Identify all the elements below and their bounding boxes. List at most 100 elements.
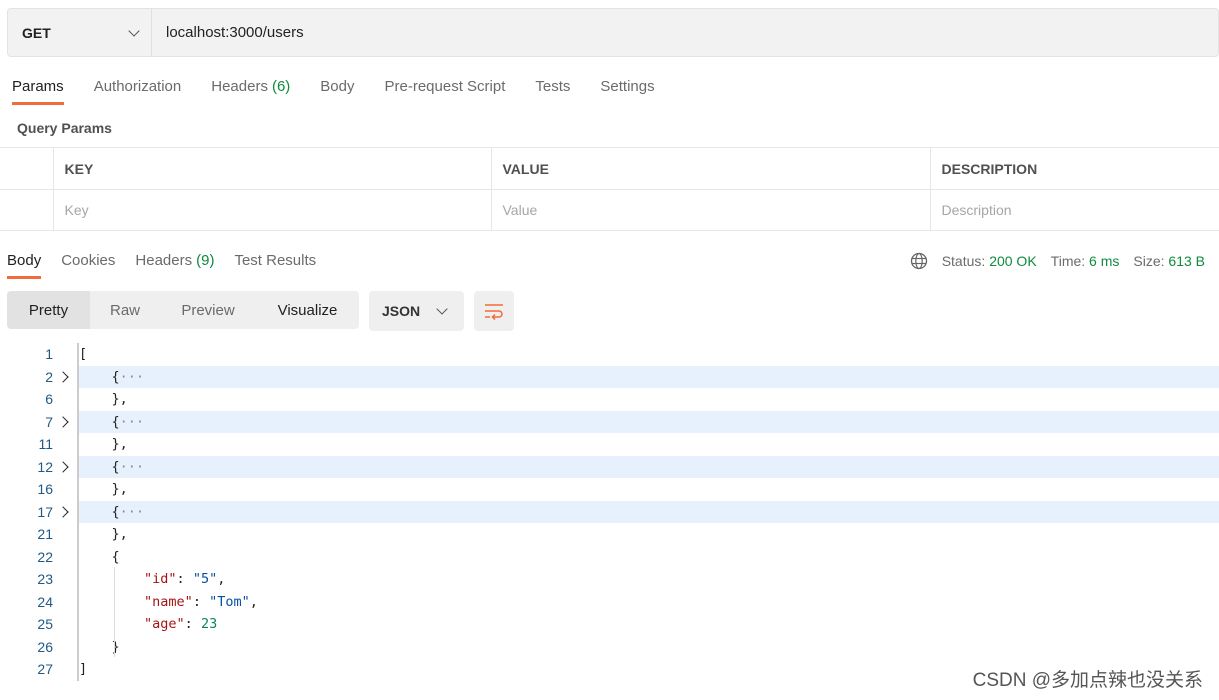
method-select[interactable]: GET: [8, 9, 152, 56]
fold-gutter[interactable]: [53, 416, 77, 428]
code-token: 23: [200, 616, 218, 633]
tab-count: (9): [196, 252, 215, 269]
description-input[interactable]: Description: [929, 189, 1219, 231]
col-key: KEY: [52, 147, 492, 190]
tab-body[interactable]: Body: [7, 252, 42, 279]
query-params-title: Query Params: [17, 120, 112, 136]
code-token: :: [184, 616, 201, 633]
tab-test-results[interactable]: Test Results: [234, 252, 316, 279]
code-token: {: [79, 548, 120, 565]
code-token: {: [79, 368, 120, 385]
code-content: {···: [77, 500, 1219, 523]
code-token: "age": [144, 616, 185, 633]
format-select[interactable]: JSON: [369, 291, 464, 331]
tab-headers[interactable]: Headers (6): [211, 78, 290, 105]
chevron-right-icon[interactable]: [57, 461, 69, 473]
request-tabs: Params Authorization Headers (6) Body Pre-req…: [12, 78, 685, 105]
code-token: ···: [119, 413, 145, 430]
view-raw[interactable]: Raw: [90, 291, 160, 329]
size-value[interactable]: 613 B: [1168, 253, 1205, 269]
code-content: {: [77, 545, 1219, 568]
code-token: ,: [217, 571, 226, 588]
method-label: GET: [22, 24, 51, 41]
code-line: 24 "name": "Tom",: [0, 590, 1219, 613]
chevron-right-icon[interactable]: [57, 371, 69, 383]
status-value[interactable]: 200 OK: [989, 253, 1036, 269]
code-token: ···: [119, 368, 145, 385]
line-number: 6: [45, 391, 53, 408]
chevron-right-icon[interactable]: [57, 506, 69, 518]
code-line: 17 {···: [0, 500, 1219, 523]
code-token: :: [192, 593, 210, 610]
response-body-editor[interactable]: 1[2 {··· 6 }, 7 {··· 11 }, 12 {··· 16 }, 17 {·…: [0, 343, 1219, 681]
line-number: 16: [37, 481, 53, 498]
watermark: CSDN @多加点辣也没关系: [972, 670, 1203, 691]
value-input[interactable]: Value: [490, 189, 931, 231]
format-label: JSON: [382, 303, 421, 319]
fold-gutter[interactable]: [53, 371, 77, 383]
line-number: 11: [38, 436, 53, 453]
code-token: },: [79, 436, 128, 453]
code-line: 1[: [0, 343, 1219, 366]
code-content: {···: [77, 455, 1219, 478]
code-token: },: [79, 526, 128, 543]
fold-gutter[interactable]: [53, 461, 77, 473]
line-number: 23: [37, 571, 53, 588]
globe-icon[interactable]: [910, 252, 928, 270]
code-token: "id": [144, 571, 177, 588]
chevron-down-icon: [436, 303, 448, 315]
url-input[interactable]: localhost:3000/users: [152, 24, 304, 41]
code-line: 26 }: [0, 635, 1219, 658]
code-token: ]: [79, 661, 88, 678]
key-input[interactable]: Key: [52, 189, 492, 231]
response-status: Status: 200 OK Time: 6 ms Size: 613 B: [910, 252, 1205, 270]
tab-pre-request-script[interactable]: Pre-request Script: [385, 78, 506, 105]
line-number: 17: [37, 503, 53, 520]
code-content: {···: [77, 365, 1219, 388]
table-row: Key Value Description: [0, 189, 1219, 231]
time-value[interactable]: 6 ms: [1089, 253, 1119, 269]
size-info: Size: 613 B: [1133, 253, 1205, 269]
view-visualize[interactable]: Visualize: [256, 291, 359, 329]
url-bar: GET localhost:3000/users: [7, 8, 1219, 57]
view-pretty[interactable]: Pretty: [7, 291, 90, 329]
tab-count: (6): [271, 78, 291, 95]
code-token: "Tom": [209, 593, 250, 610]
code-token: :: [176, 571, 193, 588]
code-line: 7 {···: [0, 410, 1219, 433]
chevron-right-icon[interactable]: [57, 416, 69, 428]
code-line: 6 },: [0, 388, 1219, 411]
code-token: },: [79, 391, 128, 408]
fold-gutter[interactable]: [53, 506, 77, 518]
line-number: 12: [37, 458, 53, 475]
tab-tests[interactable]: Tests: [535, 78, 570, 105]
code-line: 23 "id": "5",: [0, 568, 1219, 591]
code-token: {: [79, 503, 120, 520]
time-info: Time: 6 ms: [1050, 253, 1120, 269]
indent-guide: [114, 567, 115, 657]
tab-authorization[interactable]: Authorization: [94, 78, 182, 105]
code-token: ···: [119, 458, 145, 475]
tab-headers[interactable]: Headers (9): [135, 252, 214, 279]
view-preview[interactable]: Preview: [160, 291, 256, 329]
code-content: },: [77, 388, 1219, 411]
tab-settings[interactable]: Settings: [600, 78, 654, 105]
line-number: 24: [37, 593, 53, 610]
code-content: "name": "Tom",: [77, 590, 1219, 613]
tab-body[interactable]: Body: [320, 78, 354, 105]
tab-params[interactable]: Params: [12, 78, 64, 105]
line-number: 22: [37, 548, 53, 565]
line-number: 26: [37, 638, 53, 655]
tab-cookies[interactable]: Cookies: [61, 252, 115, 279]
code-content: },: [77, 523, 1219, 546]
code-token: },: [79, 481, 128, 498]
code-line: 22 {: [0, 545, 1219, 568]
code-content: "id": "5",: [77, 568, 1219, 591]
table-header-row: KEY VALUE DESCRIPTION: [0, 147, 1219, 190]
chevron-down-icon: [128, 24, 140, 37]
code-token: ···: [119, 503, 145, 520]
wrap-lines-button[interactable]: [474, 291, 514, 331]
view-mode-switch: Pretty Raw Preview Visualize: [7, 291, 359, 329]
